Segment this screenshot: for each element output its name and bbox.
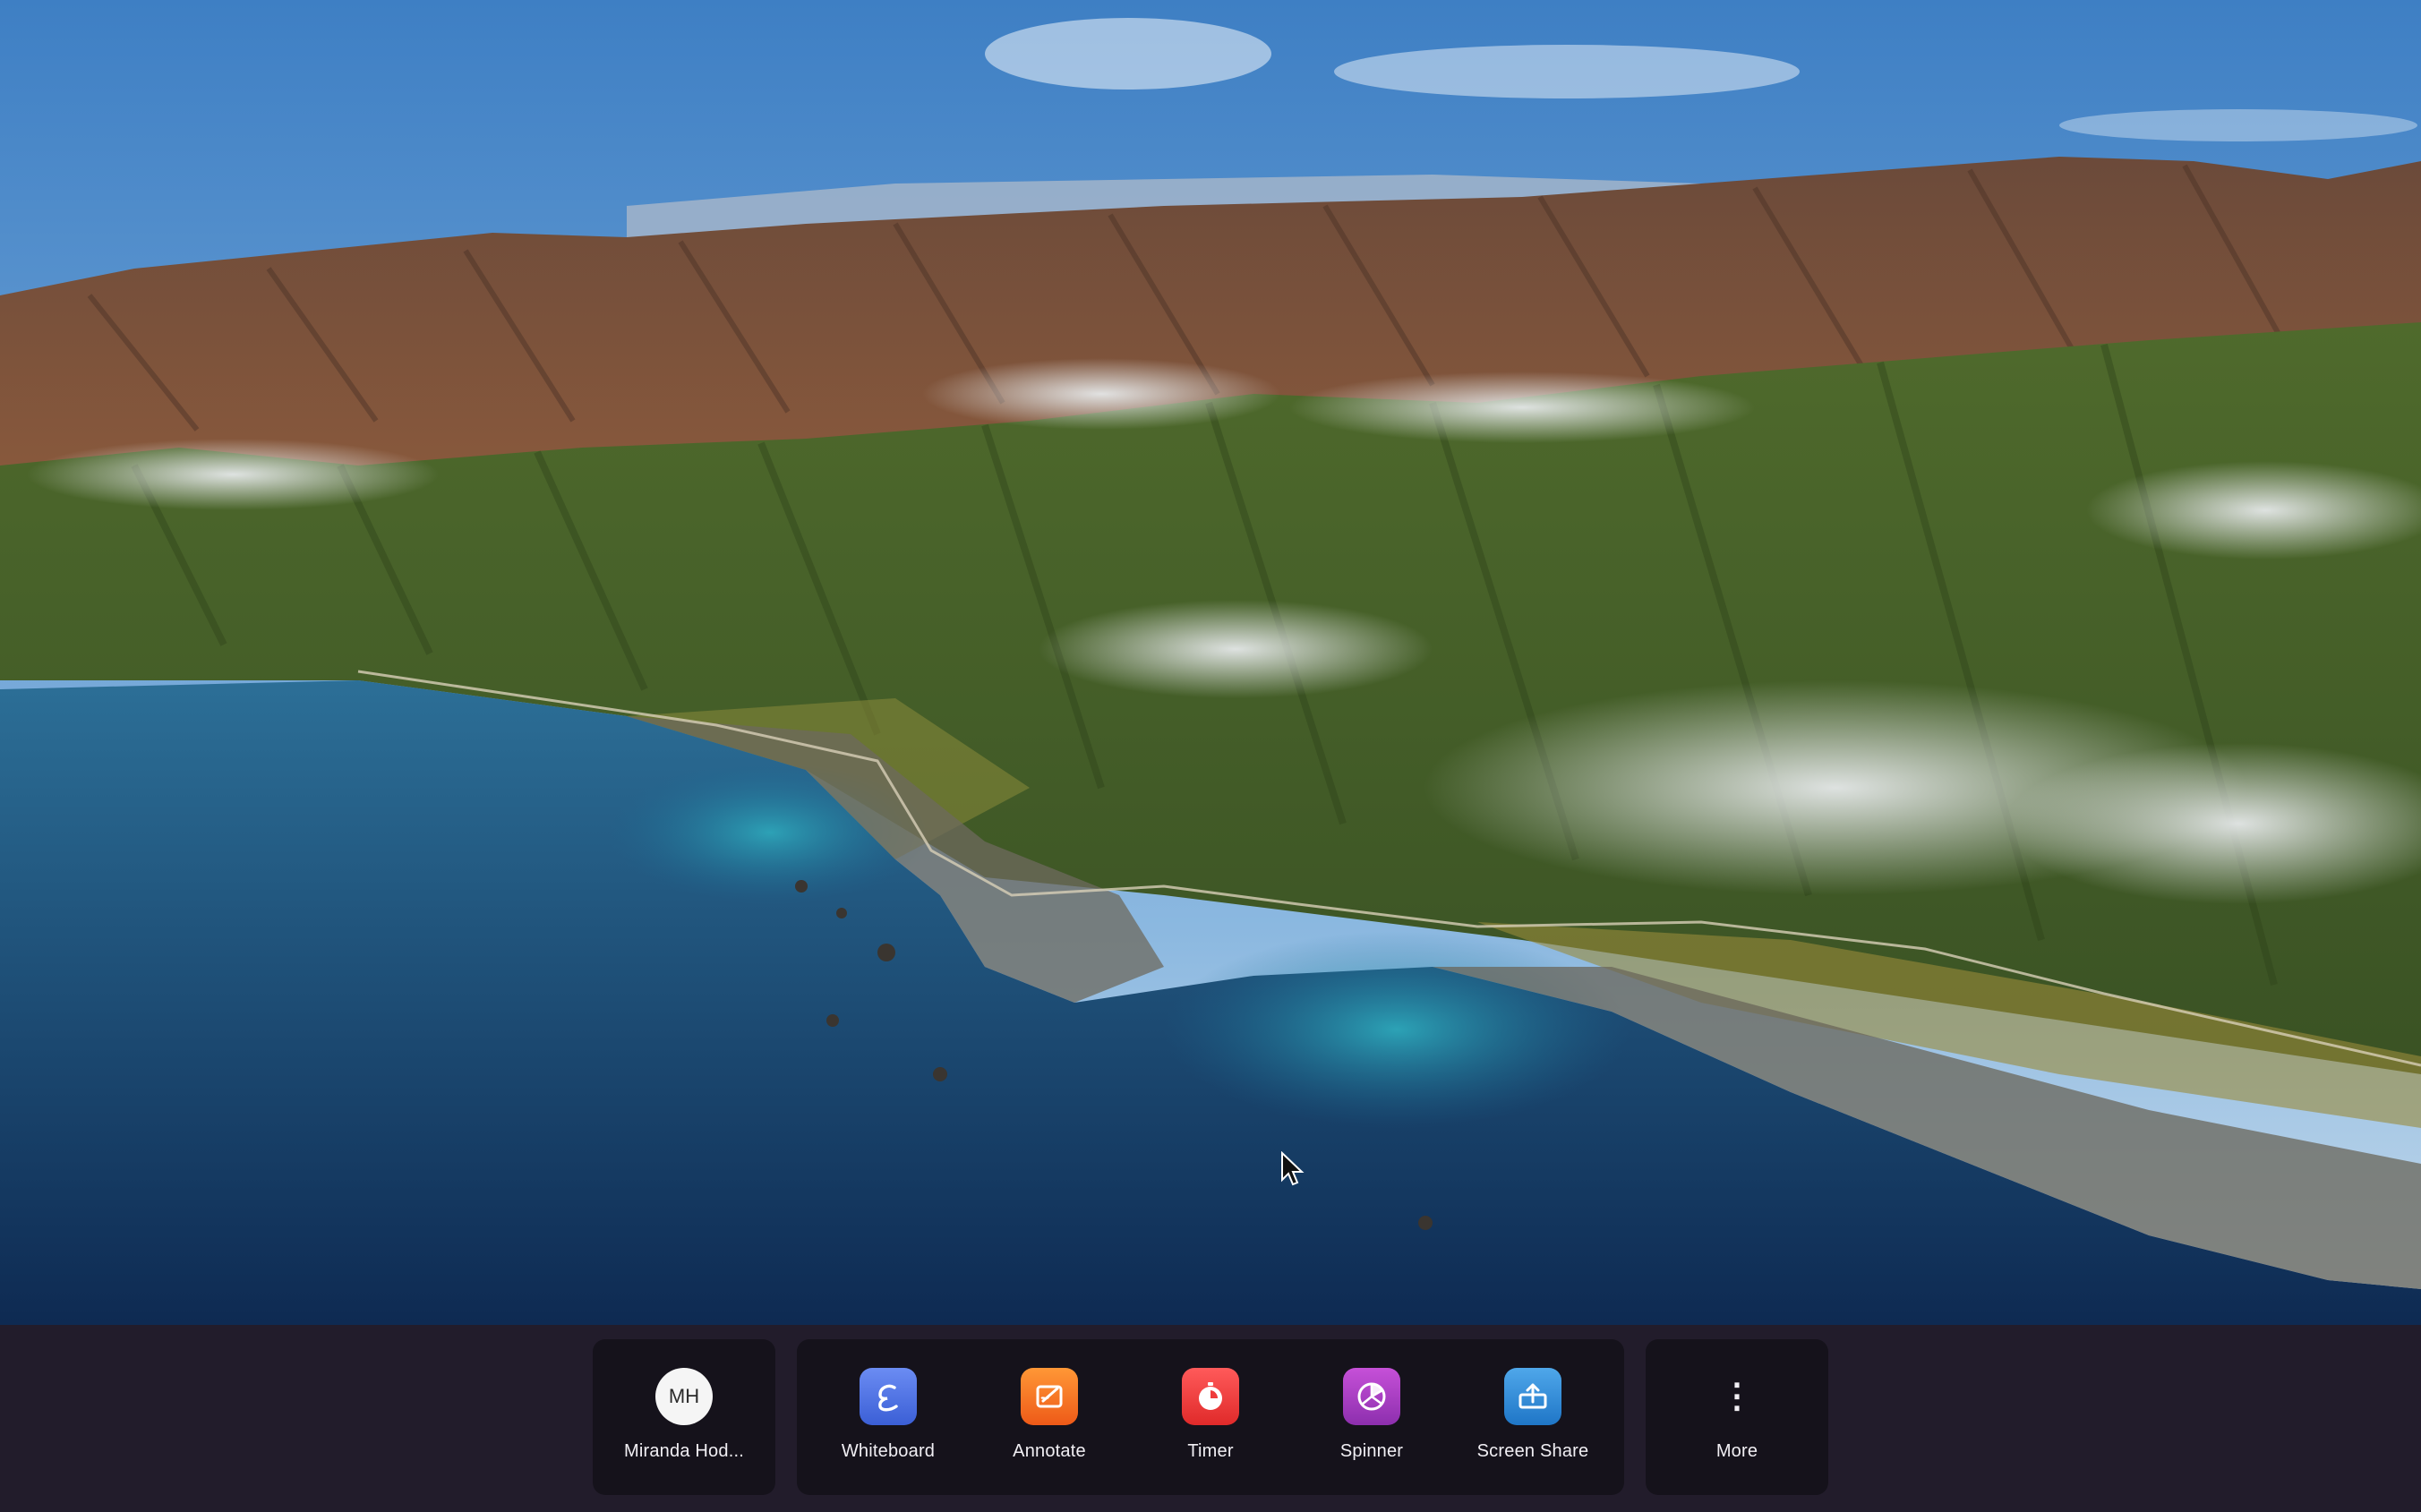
whiteboard-button[interactable]: Whiteboard (808, 1339, 969, 1495)
screen-share-label: Screen Share (1476, 1441, 1589, 1461)
user-name-label: Miranda Hod... (624, 1441, 744, 1461)
annotate-label: Annotate (1013, 1441, 1086, 1461)
annotate-icon (1021, 1368, 1078, 1425)
more-icon: ⋮ (1708, 1368, 1766, 1425)
more-button[interactable]: ⋮ More (1656, 1339, 1818, 1495)
spinner-button[interactable]: Spinner (1291, 1339, 1452, 1495)
spinner-label: Spinner (1339, 1441, 1404, 1461)
screen-share-icon (1504, 1368, 1561, 1425)
timer-label: Timer (1187, 1441, 1234, 1461)
desktop-wallpaper (0, 0, 2421, 1325)
more-glyph: ⋮ (1720, 1378, 1754, 1415)
whiteboard-label: Whiteboard (841, 1441, 936, 1461)
more-label: More (1715, 1441, 1758, 1461)
timer-icon (1182, 1368, 1239, 1425)
user-profile-button[interactable]: MH Miranda Hod... (603, 1339, 765, 1495)
whiteboard-icon (860, 1368, 917, 1425)
timer-button[interactable]: Timer (1130, 1339, 1291, 1495)
avatar: MH (655, 1368, 713, 1425)
annotate-button[interactable]: Annotate (969, 1339, 1130, 1495)
spinner-icon (1343, 1368, 1400, 1425)
mouse-pointer-icon (1280, 1150, 1305, 1187)
screen-share-button[interactable]: Screen Share (1452, 1339, 1613, 1495)
